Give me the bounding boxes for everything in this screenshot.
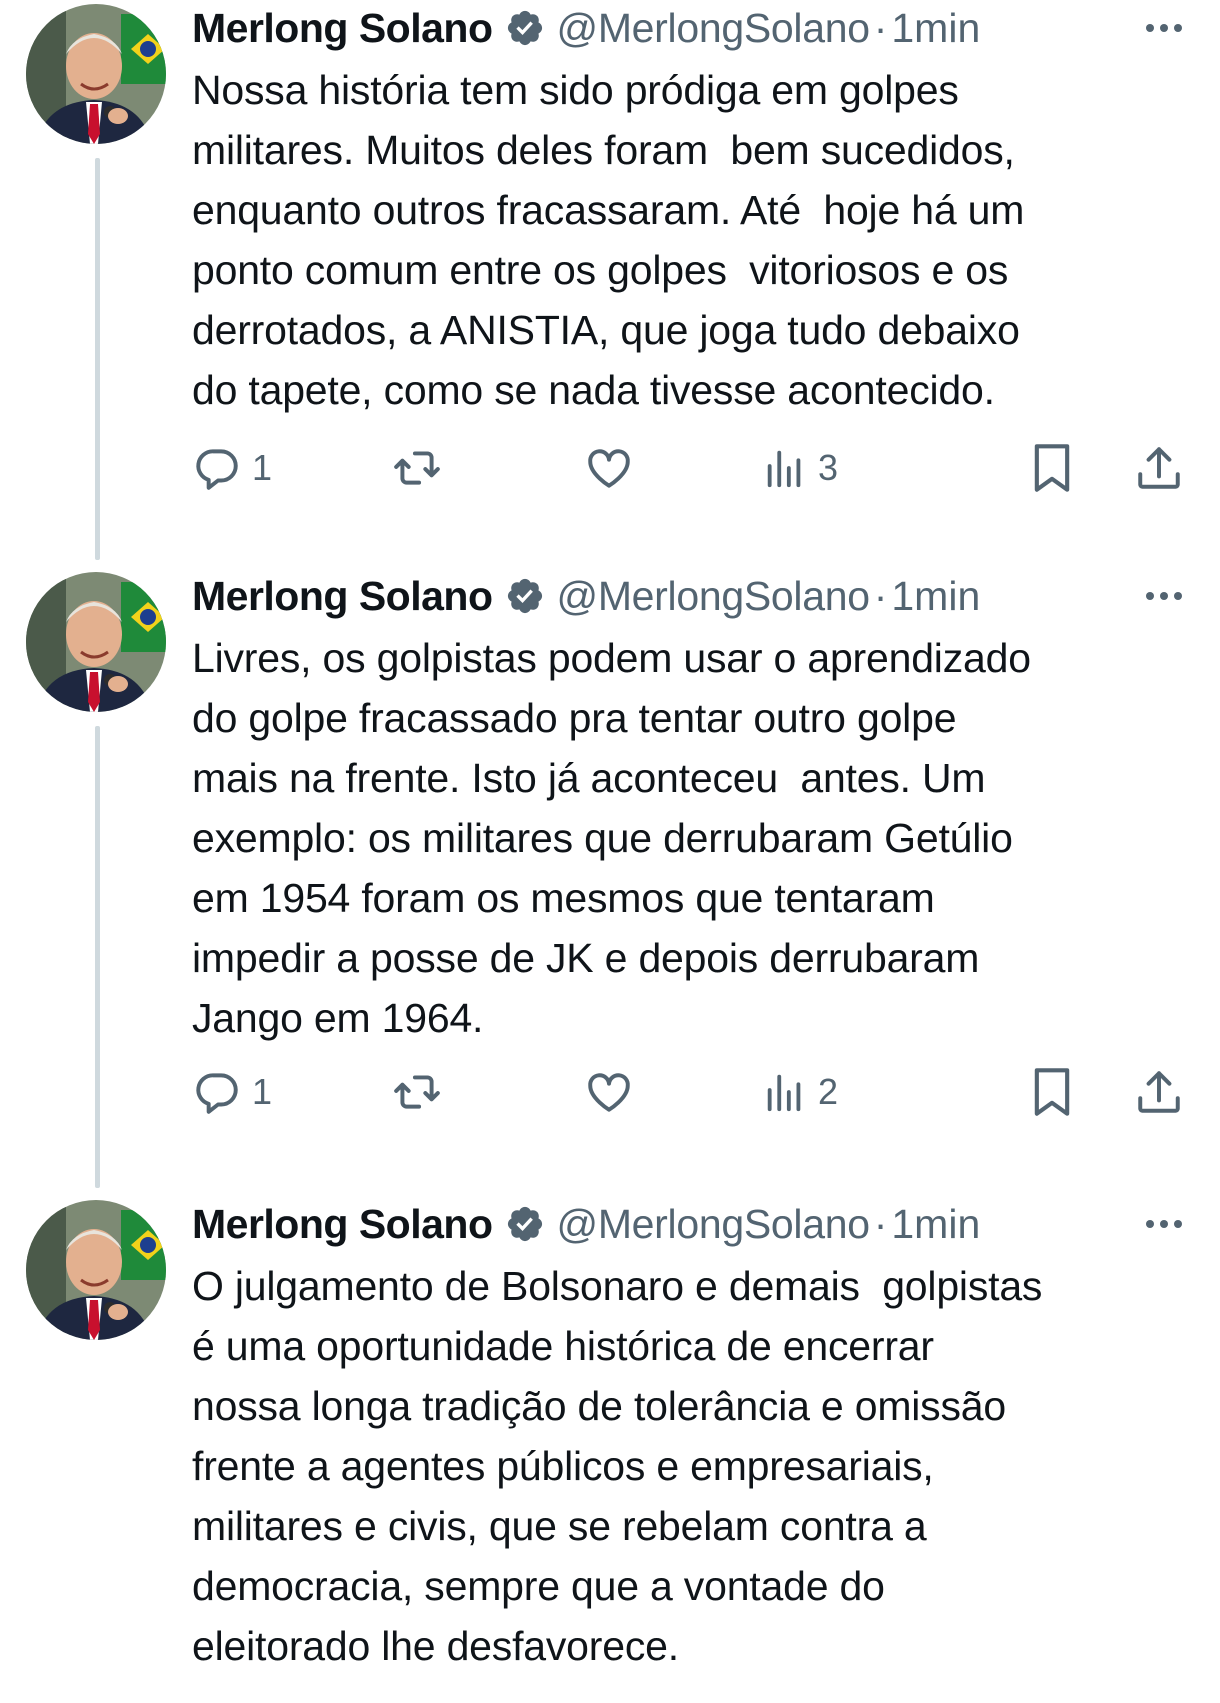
more-options-icon[interactable]	[1142, 14, 1186, 42]
avatar[interactable]	[26, 1200, 166, 1340]
like-button[interactable]	[584, 438, 634, 498]
author-handle[interactable]: @MerlongSolano	[557, 1201, 871, 1248]
more-options-icon[interactable]	[1142, 1210, 1186, 1238]
verified-badge-icon	[505, 576, 545, 616]
share-icon	[1138, 1071, 1180, 1113]
like-button[interactable]	[584, 1062, 634, 1122]
tweet-text: Livres, os golpistas podem usar o aprend…	[192, 635, 1031, 1041]
tweet-actions: 1 3	[192, 438, 1192, 498]
author-handle[interactable]: @MerlongSolano	[557, 573, 871, 620]
reply-count: 1	[252, 447, 273, 488]
retweet-icon	[394, 1075, 440, 1109]
author-name[interactable]: Merlong Solano	[192, 1201, 493, 1248]
verified-badge-icon	[505, 1204, 545, 1244]
avatar[interactable]	[26, 572, 166, 712]
bookmark-button[interactable]	[1030, 438, 1074, 498]
bookmark-button[interactable]	[1030, 1062, 1074, 1122]
views-icon	[767, 1074, 801, 1112]
share-button[interactable]	[1134, 1062, 1184, 1122]
author-name[interactable]: Merlong Solano	[192, 573, 493, 620]
heart-icon	[588, 449, 630, 488]
reply-icon	[196, 1073, 238, 1114]
retweet-button[interactable]	[390, 438, 444, 498]
views-button[interactable]: 3	[762, 438, 838, 498]
separator-dot: ·	[873, 4, 888, 51]
tweet-text: O julgamento de Bolsonaro e demais golpi…	[192, 1263, 1043, 1669]
tweet-actions: 1 2	[192, 1062, 1192, 1122]
reply-button[interactable]: 1	[192, 438, 272, 498]
retweet-icon	[394, 451, 440, 485]
views-count: 3	[818, 447, 839, 488]
heart-icon	[588, 1073, 630, 1112]
tweet[interactable]: Merlong Solano @MerlongSolano · 1min Nos…	[0, 0, 1220, 560]
timestamp[interactable]: 1min	[891, 5, 980, 52]
share-button[interactable]	[1134, 438, 1184, 498]
avatar-photo	[26, 4, 166, 144]
reply-button[interactable]: 1	[192, 1062, 272, 1122]
separator-dot: ·	[873, 1200, 888, 1247]
separator-dot: ·	[873, 572, 888, 619]
avatar[interactable]	[26, 4, 166, 144]
bookmark-icon	[1034, 1068, 1070, 1116]
reply-count: 1	[252, 1071, 273, 1112]
author-name[interactable]: Merlong Solano	[192, 5, 493, 52]
timestamp[interactable]: 1min	[891, 1201, 980, 1248]
avatar-photo	[26, 572, 166, 712]
views-count: 2	[818, 1071, 839, 1112]
bookmark-icon	[1034, 444, 1070, 492]
views-button[interactable]: 2	[762, 1062, 838, 1122]
tweet[interactable]: Merlong Solano @MerlongSolano · 1min O j…	[0, 1196, 1220, 1696]
retweet-button[interactable]	[390, 1062, 444, 1122]
tweet-text: Nossa história tem sido pródiga em golpe…	[192, 67, 1025, 413]
verified-badge-icon	[505, 8, 545, 48]
reply-icon	[196, 449, 238, 490]
avatar-photo	[26, 1200, 166, 1340]
more-options-icon[interactable]	[1142, 582, 1186, 610]
tweet[interactable]: Merlong Solano @MerlongSolano · 1min Liv…	[0, 568, 1220, 1188]
views-icon	[767, 450, 801, 488]
author-handle[interactable]: @MerlongSolano	[557, 5, 871, 52]
timestamp[interactable]: 1min	[891, 573, 980, 620]
share-icon	[1138, 447, 1180, 489]
